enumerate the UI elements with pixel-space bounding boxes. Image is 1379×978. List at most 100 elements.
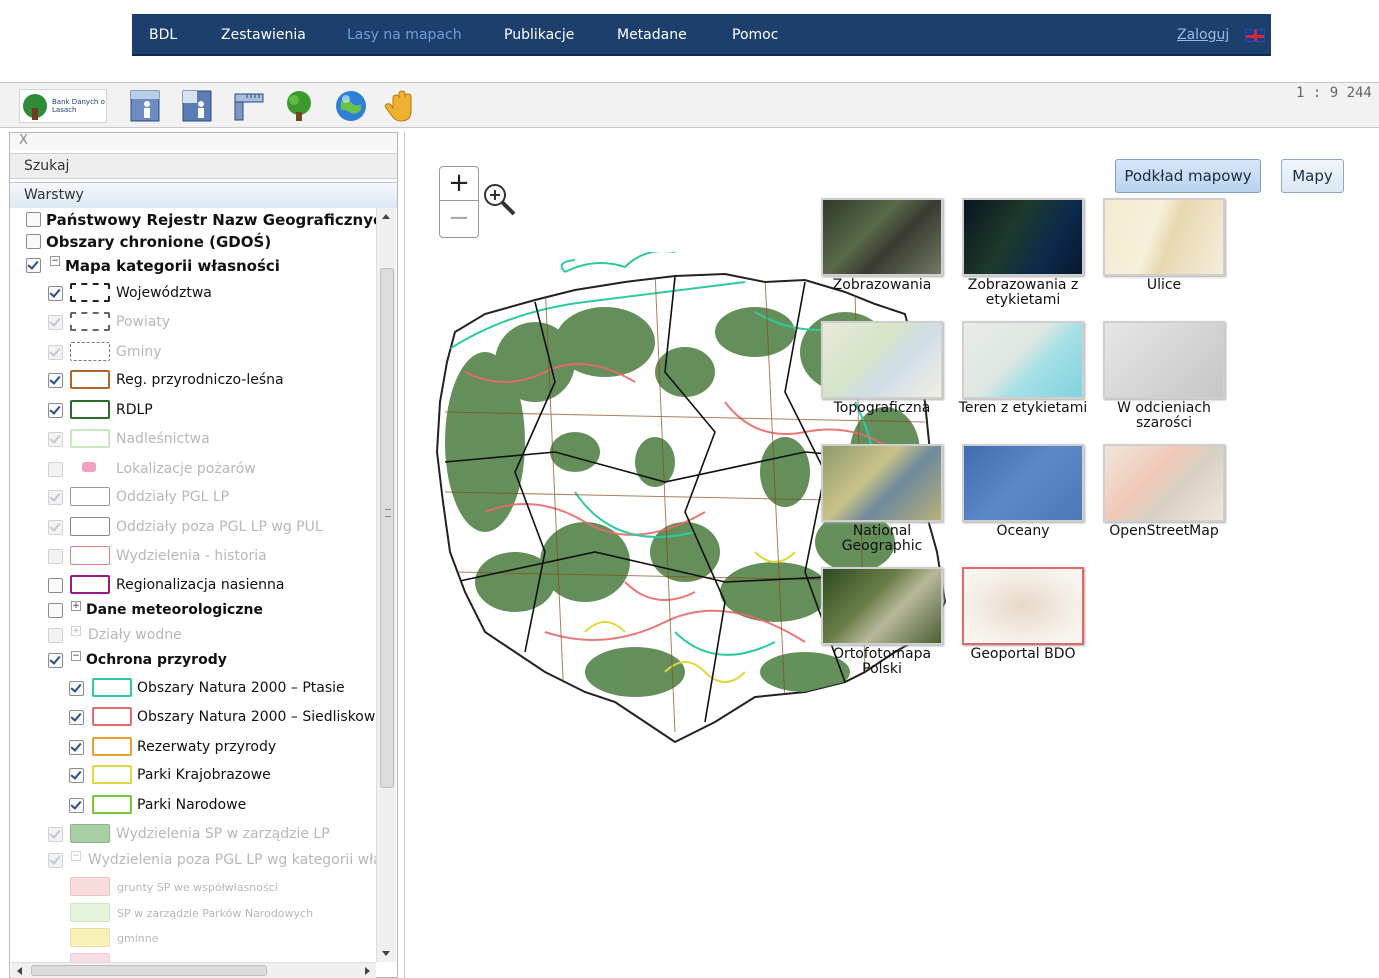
layer-checkbox[interactable]: [48, 315, 63, 330]
nav-item-lasy-na-mapach[interactable]: Lasy na mapach: [347, 27, 462, 43]
collapse-toggle[interactable]: −: [71, 851, 81, 861]
info-list-icon[interactable]: [179, 88, 215, 124]
layer-checkbox[interactable]: [69, 710, 84, 725]
nav-item-pomoc[interactable]: Pomoc: [732, 27, 778, 43]
nav-item-metadane[interactable]: Metadane: [617, 27, 687, 43]
nav-item-zestawienia[interactable]: Zestawienia: [221, 27, 306, 43]
nav-item-publikacje[interactable]: Publikacje: [504, 27, 574, 43]
layer-checkbox[interactable]: [69, 681, 84, 696]
ruler-icon[interactable]: [231, 88, 267, 124]
zoom-box-icon[interactable]: [480, 180, 518, 218]
layer-checkbox[interactable]: [26, 234, 41, 249]
layer-checkbox[interactable]: [48, 603, 63, 618]
collapse-toggle[interactable]: −: [50, 256, 60, 266]
panel-close-button[interactable]: X: [10, 133, 397, 150]
scroll-up-icon[interactable]: [382, 214, 390, 219]
layer-checkbox[interactable]: [48, 403, 63, 418]
layer-checkbox[interactable]: [48, 578, 63, 593]
basemap-thumbnail: [821, 198, 943, 276]
layer-symbol: [92, 707, 132, 726]
layer-symbol: [92, 795, 132, 814]
layer-label: Oddziały poza PGL LP wg PUL: [116, 519, 323, 535]
layer-checkbox[interactable]: [48, 286, 63, 301]
layer-label: Województwa: [116, 285, 212, 301]
layer-label: RDLP: [116, 402, 153, 418]
layer-symbol: [70, 283, 110, 302]
layers-accordion-header[interactable]: Warstwy: [10, 182, 397, 208]
basemap-label: National Geographic: [841, 523, 923, 554]
layer-checkbox[interactable]: [48, 345, 63, 360]
basemap-thumbnail: [821, 321, 943, 399]
layer-checkbox[interactable]: [48, 432, 63, 447]
layer-checkbox[interactable]: [48, 462, 63, 477]
expand-toggle[interactable]: +: [71, 601, 81, 611]
layer-checkbox[interactable]: [26, 258, 41, 273]
layer-symbol: [70, 429, 110, 448]
layer-checkbox[interactable]: [48, 853, 63, 868]
layer-checkbox[interactable]: [48, 549, 63, 564]
basemap-label: Ortofotomapa Polski: [832, 646, 932, 677]
basemap-thumbnail: [962, 567, 1084, 645]
layer-label: gminne: [117, 932, 159, 945]
nav-item-bdl[interactable]: BDL: [149, 27, 177, 43]
layer-checkbox[interactable]: [69, 768, 84, 783]
layer-tree-vertical-scrollbar[interactable]: [376, 208, 396, 962]
bdl-logo[interactable]: Bank Danych o Lasach: [19, 89, 107, 123]
layer-symbol: [92, 737, 132, 756]
globe-icon[interactable]: [333, 88, 369, 124]
layer-label: Powiaty: [116, 314, 171, 330]
layer-checkbox[interactable]: [48, 653, 63, 668]
layer-label: Lokalizacje pożarów: [116, 461, 256, 477]
zoom-control: + −: [439, 166, 479, 238]
layer-checkbox[interactable]: [48, 827, 63, 842]
layer-checkbox[interactable]: [48, 373, 63, 388]
layer-checkbox[interactable]: [48, 628, 63, 643]
basemap-label: OpenStreetMap: [1109, 523, 1219, 539]
app-window: BDL Zestawienia Lasy na mapach Publikacj…: [0, 0, 1379, 978]
map-toolbar: Bank Danych o Lasach 1 : 9 244 64: [0, 82, 1379, 128]
scroll-right-icon[interactable]: [365, 967, 370, 975]
layer-label: Wydzielenia SP w zarządzie LP: [116, 826, 330, 842]
layer-symbol: [70, 928, 110, 947]
layer-label: Nadleśnictwa: [116, 431, 210, 447]
basemap-label: Teren z etykietami: [958, 400, 1088, 416]
info-icon[interactable]: [127, 88, 163, 124]
scrollbar-thumb[interactable]: [380, 268, 394, 788]
layer-symbol: [70, 824, 110, 843]
basemap-label: Ulice: [1146, 277, 1182, 293]
tree-icon[interactable]: [281, 88, 317, 124]
basemap-label: W odcieniach szarości: [1117, 400, 1211, 431]
layer-checkbox[interactable]: [48, 490, 63, 505]
layer-checkbox[interactable]: [26, 212, 41, 227]
layer-symbol: [70, 903, 110, 922]
expand-toggle[interactable]: +: [71, 626, 81, 636]
basemap-thumbnail: [1103, 444, 1225, 522]
basemap-button[interactable]: Podkład mapowy: [1115, 159, 1261, 193]
layer-tree-horizontal-scrollbar[interactable]: [11, 962, 376, 978]
zoom-in-button[interactable]: +: [440, 167, 478, 201]
english-flag-icon[interactable]: [1245, 29, 1265, 42]
scroll-down-icon[interactable]: [382, 951, 390, 956]
layer-symbol: [70, 575, 110, 594]
scroll-left-icon[interactable]: [17, 967, 22, 975]
layer-checkbox[interactable]: [48, 520, 63, 535]
layer-label: Rezerwaty przyrody: [137, 739, 277, 755]
login-link[interactable]: Zaloguj: [1177, 27, 1229, 43]
scrollbar-thumb[interactable]: [31, 965, 267, 976]
search-accordion-header[interactable]: Szukaj: [10, 153, 397, 179]
collapse-toggle[interactable]: −: [71, 651, 81, 661]
layer-checkbox[interactable]: [69, 740, 84, 755]
basemap-thumbnail: [1103, 198, 1225, 276]
layer-label: Dane meteorologiczne: [86, 602, 263, 618]
maps-button[interactable]: Mapy: [1281, 159, 1344, 193]
layer-checkbox[interactable]: [69, 798, 84, 813]
layer-label: Wydzielenia poza PGL LP wg kategorii wła…: [88, 852, 376, 868]
layer-label: Regionalizacja nasienna: [116, 577, 285, 593]
layer-symbol: [70, 517, 110, 536]
layer-label: grunty SP we współwłasności: [117, 881, 278, 894]
layer-label: Ochrona przyrody: [86, 652, 227, 668]
basemap-label: Oceany: [996, 523, 1050, 539]
hand-pan-icon[interactable]: [383, 88, 419, 124]
map-view[interactable]: + − Podkład mapowy Mapy Zobrazowania Zob…: [404, 132, 1379, 978]
zoom-out-button[interactable]: −: [440, 202, 478, 236]
